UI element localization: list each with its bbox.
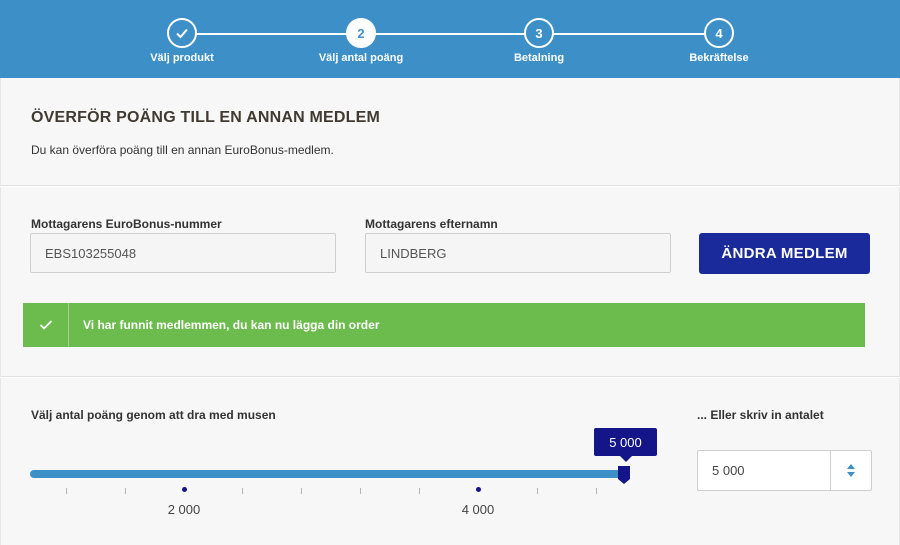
step-label: Bekräftelse — [689, 52, 749, 64]
step-payment: 3 Betalning — [479, 18, 599, 64]
slider-tick — [125, 488, 126, 494]
intro-section: ÖVERFÖR POÄNG TILL EN ANNAN MEDLEM Du ka… — [0, 78, 900, 186]
slider-tick-major — [182, 487, 187, 492]
slider-tick — [360, 488, 361, 494]
step-label: Välj produkt — [150, 52, 214, 64]
page-subtitle: Du kan överföra poäng till en annan Euro… — [31, 143, 334, 157]
success-message: Vi har funnit medlemmen, du kan nu lägga… — [23, 303, 865, 347]
step-number: 3 — [524, 18, 554, 48]
recipient-section: Mottagarens EuroBonus-nummer EBS10325504… — [0, 187, 900, 377]
step-confirmation: 4 Bekräftelse — [659, 18, 779, 64]
step-number: 2 — [346, 18, 376, 48]
slider-tick — [66, 488, 67, 494]
lastname-field[interactable]: LINDBERG — [365, 233, 671, 273]
check-icon — [23, 303, 69, 347]
slider-tick — [537, 488, 538, 494]
points-section: Välj antal poäng genom att dra med musen… — [0, 378, 900, 545]
points-slider-handle[interactable] — [617, 465, 631, 485]
eurobonus-number-label: Mottagarens EuroBonus-nummer — [31, 217, 222, 231]
slider-label: Välj antal poäng genom att dra med musen — [31, 408, 276, 422]
slider-tick — [596, 488, 597, 494]
change-member-button[interactable]: ÄNDRA MEDLEM — [699, 233, 870, 274]
lastname-label: Mottagarens efternamn — [365, 217, 498, 231]
step-number: 4 — [704, 18, 734, 48]
step-choose-product[interactable]: Välj produkt — [122, 18, 242, 64]
points-input-label: ... Eller skriv in antalet — [697, 408, 824, 422]
stepper-spinner-icon[interactable] — [830, 451, 871, 490]
check-icon — [167, 18, 197, 48]
slider-tick — [301, 488, 302, 494]
points-input-value: 5 000 — [712, 463, 745, 478]
chevron-down-icon[interactable] — [847, 472, 855, 477]
page-title: ÖVERFÖR POÄNG TILL EN ANNAN MEDLEM — [31, 109, 381, 126]
chevron-up-icon[interactable] — [847, 464, 855, 469]
slider-tick-major — [476, 487, 481, 492]
step-label: Välj antal poäng — [318, 52, 404, 64]
success-text: Vi har funnit medlemmen, du kan nu lägga… — [83, 318, 380, 332]
step-label: Betalning — [513, 52, 565, 64]
slider-value-tooltip: 5 000 — [594, 428, 657, 462]
progress-stepper: Välj produkt 2 Välj antal poäng 3 Betaln… — [0, 0, 900, 78]
eurobonus-number-field[interactable]: EBS103255048 — [30, 233, 336, 273]
eurobonus-number-value: EBS103255048 — [45, 245, 137, 261]
slider-tick — [419, 488, 420, 494]
step-connector — [182, 33, 722, 35]
slider-tick — [242, 488, 243, 494]
points-number-input[interactable]: 5 000 — [697, 450, 872, 491]
points-slider-track[interactable] — [30, 470, 626, 478]
slider-tick-label: 2 000 — [167, 502, 201, 517]
lastname-value: LINDBERG — [380, 245, 447, 261]
points-slider-fill — [30, 470, 624, 478]
slider-tick-label: 4 000 — [461, 502, 495, 517]
step-choose-points: 2 Välj antal poäng — [301, 18, 421, 64]
